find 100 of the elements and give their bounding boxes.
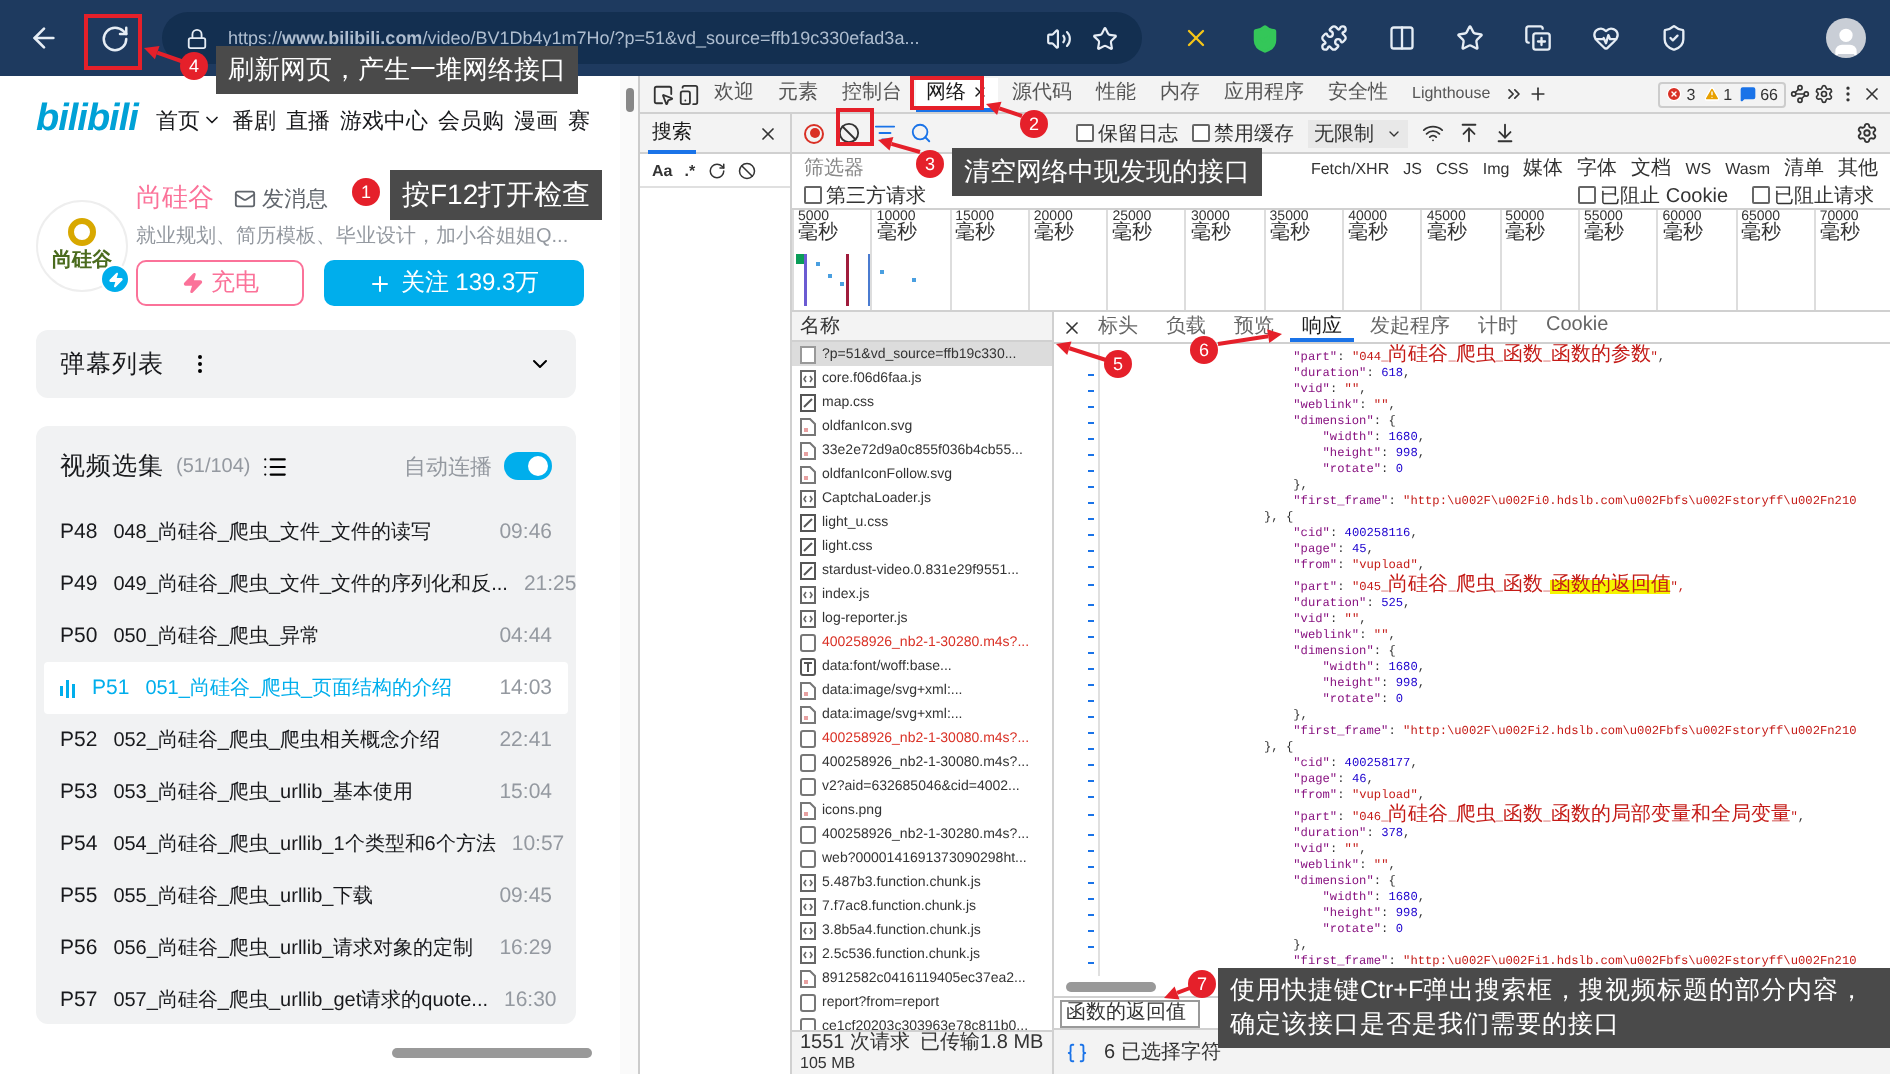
close-icon[interactable] [758, 123, 778, 143]
regex-toggle[interactable]: .* [684, 161, 696, 179]
message-link[interactable]: 发消息 [234, 183, 328, 213]
connections-icon[interactable] [1790, 84, 1810, 104]
type-filter[interactable]: 清单 [1784, 154, 1824, 182]
filter-checkbox[interactable]: 第三方请求 [804, 181, 926, 209]
nav-link[interactable]: 游戏中心 [339, 105, 428, 135]
scrollbar-thumb[interactable] [625, 88, 633, 112]
more-tabs-icon[interactable] [1504, 84, 1525, 104]
favorites-icon[interactable] [1456, 24, 1484, 52]
type-filter[interactable]: 字体 [1577, 154, 1618, 182]
heart-pulse-icon[interactable] [1592, 24, 1620, 52]
collections-icon[interactable] [1524, 24, 1552, 52]
type-filter[interactable]: Img [1482, 159, 1510, 177]
nav-link[interactable]: 首页 [155, 105, 222, 135]
detail-tab[interactable]: 发起程序 [1358, 312, 1462, 342]
filter-checkbox[interactable]: 已阻止 Cookie [1578, 181, 1728, 209]
add-tab-icon[interactable] [1528, 84, 1549, 104]
type-filter[interactable]: WS [1685, 159, 1712, 177]
essentials-icon[interactable] [1660, 24, 1688, 52]
upload-icon[interactable] [1458, 122, 1480, 144]
device-icon[interactable] [678, 83, 700, 105]
profile-avatar[interactable] [1826, 18, 1866, 58]
inspect-icon[interactable] [652, 83, 674, 105]
playlist-item[interactable]: P53 053_尚硅谷_爬虫_urllib_基本使用 15:04 [44, 766, 568, 818]
devtools-tab[interactable]: 源代码 [1002, 77, 1082, 111]
nav-link[interactable]: 漫画 [513, 105, 558, 135]
download-icon[interactable] [1494, 122, 1516, 144]
playlist-item[interactable]: P48 048_尚硅谷_爬虫_文件_文件的读写 09:46 [44, 506, 568, 558]
back-icon[interactable] [28, 22, 60, 54]
episode-number: P55 [60, 884, 98, 908]
issue-counters[interactable]: 3 1 66 [1658, 81, 1786, 107]
scrollbar-thumb[interactable] [1066, 981, 1156, 991]
pretty-print-icon[interactable] [1066, 1041, 1088, 1063]
favorite-star-icon[interactable] [1092, 25, 1118, 51]
devtools-tab[interactable]: 控制台 [832, 77, 912, 111]
devtools-tab[interactable]: 内存 [1150, 77, 1210, 111]
danmaku-panel[interactable]: 弹幕列表 [36, 330, 576, 398]
split-screen-icon[interactable] [1388, 24, 1416, 52]
callout-text: 使用快捷键Ctr+F弹出搜索框，搜视频标题的部分内容，确定该接口是否是我们需要的接口 [1218, 968, 1890, 1048]
uploader-avatar[interactable]: 尚硅谷 [36, 200, 128, 292]
clear-icon[interactable] [737, 161, 756, 179]
puzzle-icon[interactable] [1320, 24, 1348, 52]
type-filter[interactable]: CSS [1435, 159, 1469, 177]
option-checkbox[interactable]: 禁用缓存 [1192, 119, 1294, 147]
wifi-icon[interactable] [1422, 122, 1444, 144]
image-file-icon [800, 441, 816, 459]
extension-icon[interactable] [1182, 24, 1210, 52]
playlist-item[interactable]: P56 056_尚硅谷_爬虫_urllib_请求对象的定制 16:29 [44, 922, 568, 974]
type-filter[interactable]: Wasm [1725, 159, 1770, 177]
selection-status: 6 已选择字符 [1104, 1039, 1221, 1066]
devtools-tab[interactable]: 应用程序 [1214, 77, 1314, 111]
list-icon[interactable] [262, 453, 289, 479]
playlist-item[interactable]: P52 052_尚硅谷_爬虫_爬虫相关概念介绍 22:41 [44, 714, 568, 766]
type-filter[interactable]: 文档 [1631, 154, 1672, 182]
search-icon[interactable] [910, 122, 932, 144]
devtools-tab[interactable]: 安全性 [1318, 77, 1398, 111]
tick-unit: 毫秒 [1741, 224, 1782, 244]
settings-icon[interactable] [1856, 122, 1878, 144]
warning-count: 1 [1703, 85, 1733, 103]
type-filter[interactable]: JS [1403, 159, 1422, 177]
filter-checkbox[interactable]: 已阻止请求 [1752, 181, 1874, 209]
devtools-tab[interactable]: 欢迎 [704, 77, 764, 111]
scrollbar-thumb[interactable] [392, 1047, 592, 1057]
detail-tab[interactable]: Cookie [1534, 312, 1621, 342]
record-button[interactable] [804, 123, 824, 143]
detail-tab[interactable]: 标头 [1086, 312, 1150, 342]
close-icon[interactable] [1862, 84, 1882, 104]
refresh-icon[interactable] [707, 161, 726, 179]
devtools-tab[interactable]: 性能 [1086, 77, 1146, 111]
settings-icon[interactable] [1814, 84, 1834, 104]
detail-tab[interactable]: 计时 [1466, 312, 1530, 342]
close-icon[interactable] [1062, 317, 1082, 337]
throttle-select[interactable]: 无限制 [1308, 119, 1408, 147]
devtools-tab[interactable]: 元素 [768, 77, 828, 111]
episode-number: P48 [60, 520, 98, 544]
match-case-toggle[interactable]: Aa [652, 161, 673, 179]
nav-link[interactable]: 会员购 [437, 105, 504, 135]
type-filter[interactable]: 媒体 [1523, 154, 1564, 182]
speaker-icon[interactable] [1046, 25, 1072, 51]
type-filter[interactable]: 其他 [1838, 154, 1878, 182]
nav-link[interactable]: 番剧 [231, 105, 276, 135]
nav-link[interactable]: 直播 [285, 105, 330, 135]
nav-link[interactable]: 赛 [567, 105, 590, 135]
filter-field[interactable]: 筛选器 [804, 154, 900, 182]
find-field[interactable]: 函数的返回值 [1060, 999, 1200, 1027]
detail-tab[interactable]: 负载 [1154, 312, 1218, 342]
playlist-item[interactable]: P57 057_尚硅谷_爬虫_urllib_get请求的quote... 16:30 [44, 974, 568, 1024]
type-filter[interactable]: Fetch/XHR [1310, 159, 1390, 177]
detail-tab[interactable]: 响应 [1290, 312, 1354, 342]
autoplay-toggle[interactable] [504, 452, 552, 480]
option-checkbox[interactable]: 保留日志 [1076, 119, 1178, 147]
fold-marker[interactable] [1088, 814, 1094, 816]
fold-marker[interactable] [1088, 584, 1094, 586]
playlist-item[interactable]: P54 054_尚硅谷_爬虫_urllib_1个类型和6个方法 10:57 [44, 818, 568, 870]
shield-icon[interactable] [1250, 23, 1280, 53]
devtools-tab[interactable]: Lighthouse [1402, 77, 1501, 111]
playlist-item[interactable]: P55 055_尚硅谷_爬虫_urllib_下载 09:45 [44, 870, 568, 922]
playlist-item[interactable]: P50 050_尚硅谷_爬虫_异常 04:44 [44, 610, 568, 662]
clear-icon[interactable] [838, 122, 860, 144]
